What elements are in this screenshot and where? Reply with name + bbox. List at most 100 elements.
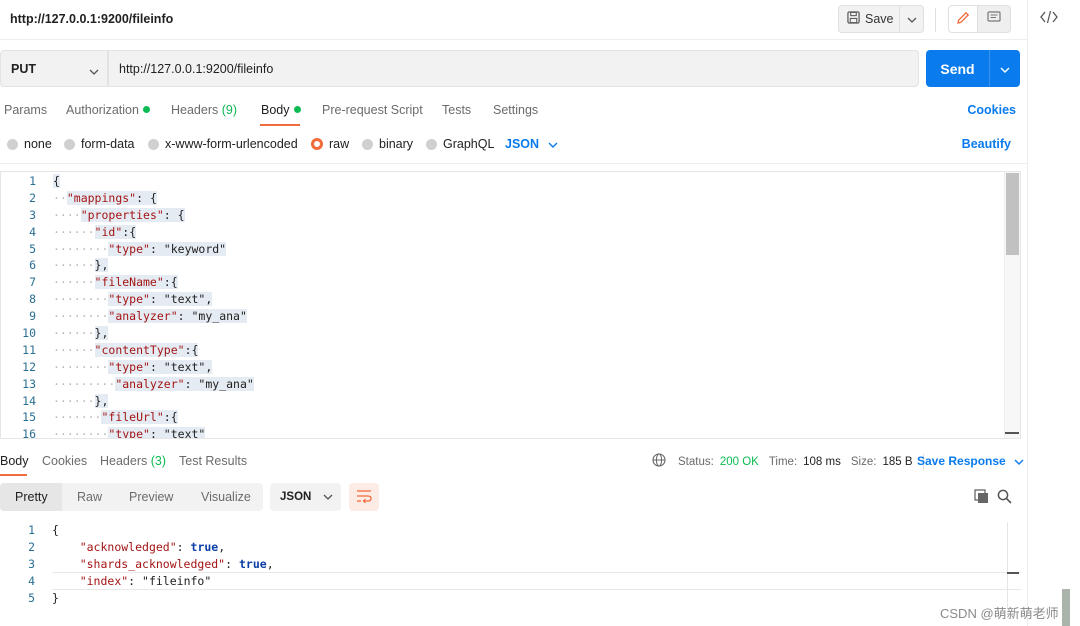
- request-code-line[interactable]: ····"properties": {: [53, 207, 1002, 224]
- request-code-line[interactable]: ······},: [53, 325, 1002, 342]
- status-dot: [293, 106, 301, 113]
- request-code-line[interactable]: ········"type": "text",: [53, 291, 1002, 308]
- scrollbar-thumb[interactable]: [1006, 173, 1019, 255]
- request-code-line[interactable]: ········"analyzer": "my_ana": [53, 308, 1002, 325]
- request-code-line[interactable]: ········"type": "text": [53, 426, 1002, 438]
- request-body-editor[interactable]: 1 2 3 4 5 6 7 8 9 10 11 12 13 14 15 16 {··"mappings": {…: [0, 171, 1021, 439]
- response-scrollbar[interactable]: [1007, 522, 1021, 608]
- tab-authorization[interactable]: Authorization: [66, 103, 150, 117]
- radio-label: raw: [329, 137, 350, 151]
- request-code-line[interactable]: ········"type": "text",: [53, 359, 1002, 376]
- copy-icon[interactable]: [974, 489, 989, 507]
- view-preview[interactable]: Preview: [129, 490, 173, 504]
- radio-circle: [426, 138, 437, 150]
- request-line-number: 1: [29, 174, 36, 188]
- beautify-button[interactable]: Beautify: [962, 137, 1011, 151]
- request-code-line[interactable]: ······},: [53, 393, 1002, 410]
- code-area[interactable]: {··"mappings": {····"properties": {·····…: [53, 172, 1002, 438]
- response-code-line[interactable]: "acknowledged": true,: [52, 539, 1003, 556]
- postman-app: http://127.0.0.1:9200/fileinfo Save PUT …: [0, 0, 1080, 626]
- response-code-line[interactable]: "index": "fileinfo": [52, 573, 1003, 590]
- request-code-line[interactable]: ······"fileName":{: [53, 274, 1002, 291]
- radio-binary[interactable]: binary: [362, 137, 413, 151]
- url-input[interactable]: http://127.0.0.1:9200/fileinfo: [108, 50, 919, 87]
- response-resize-handle[interactable]: [1007, 572, 1019, 574]
- response-tab-test-results[interactable]: Test Results: [179, 454, 247, 468]
- time-label: Time:: [768, 455, 798, 468]
- radio-raw[interactable]: raw: [311, 137, 349, 151]
- body-type-selector: none form-data x-www-form-urlencoded raw…: [0, 132, 1027, 156]
- view-visualize[interactable]: Visualize: [201, 490, 251, 504]
- tab-settings[interactable]: Settings: [493, 103, 538, 117]
- active-tab-indicator: [0, 474, 27, 476]
- wrap-lines-button[interactable]: [349, 483, 379, 511]
- response-tab-headers[interactable]: Headers (3): [100, 454, 166, 468]
- editor-resize-handle[interactable]: [1005, 432, 1019, 434]
- body-format-value: JSON: [505, 137, 540, 151]
- response-headers-count: (3): [150, 454, 167, 468]
- request-line-number: 2: [29, 190, 36, 205]
- radio-graphql[interactable]: GraphQL: [426, 137, 494, 151]
- cookies-link[interactable]: Cookies: [967, 103, 1016, 117]
- method-select[interactable]: PUT: [0, 50, 108, 87]
- radio-urlencoded[interactable]: x-www-form-urlencoded: [148, 137, 298, 151]
- headers-count: (9): [221, 103, 238, 117]
- save-response-button[interactable]: Save Response: [917, 454, 1024, 468]
- response-tab-cookies[interactable]: Cookies: [42, 454, 87, 468]
- request-code-line[interactable]: {: [53, 173, 1002, 190]
- body-format-select[interactable]: JSON: [505, 137, 558, 151]
- request-line-number: 9: [29, 309, 36, 324]
- edit-button[interactable]: [948, 5, 978, 33]
- request-code-line[interactable]: ·········"analyzer": "my_ana": [53, 376, 1002, 393]
- radio-form-data[interactable]: form-data: [64, 137, 135, 151]
- request-code-line[interactable]: ········"type": "keyword": [53, 241, 1002, 258]
- save-dropdown-button[interactable]: [900, 5, 924, 33]
- tab-headers[interactable]: Headers (9): [171, 103, 237, 117]
- tab-authorization-label: Authorization: [66, 103, 139, 117]
- save-label: Save: [865, 12, 894, 26]
- request-line-number: 8: [29, 292, 36, 307]
- tab-params[interactable]: Params: [4, 103, 47, 117]
- radio-label: none: [24, 137, 52, 151]
- watermark: CSDN @萌新萌老师: [940, 606, 1059, 621]
- tab-tests[interactable]: Tests: [442, 103, 471, 117]
- tab-headers-label: Headers: [171, 103, 219, 117]
- response-body-viewer[interactable]: 1 2 3 4 5 { "acknowledged": true, "shards_ac…: [0, 520, 1021, 610]
- radio-label: x-www-form-urlencoded: [165, 137, 298, 151]
- request-line-number: 16: [22, 427, 36, 439]
- response-format-select[interactable]: JSON: [270, 483, 341, 511]
- save-button[interactable]: Save: [838, 5, 900, 33]
- comment-icon: [987, 11, 1001, 27]
- request-code-line[interactable]: ·······"fileUrl":{: [53, 409, 1002, 426]
- tab-body[interactable]: Body: [261, 103, 301, 117]
- response-line-number: 3: [28, 556, 35, 571]
- request-header: http://127.0.0.1:9200/fileinfo Save: [0, 0, 1027, 40]
- search-icon[interactable]: [997, 489, 1012, 507]
- view-pretty[interactable]: Pretty: [15, 490, 48, 504]
- response-code-line[interactable]: {: [52, 522, 1003, 539]
- response-code-area[interactable]: { "acknowledged": true, "shards_acknowle…: [52, 520, 1003, 610]
- view-raw[interactable]: Raw: [77, 490, 102, 504]
- request-code-line[interactable]: ······"id":{: [53, 224, 1002, 241]
- right-sidebar: [1027, 0, 1080, 626]
- tab-prerequest-script[interactable]: Pre-request Script: [322, 103, 423, 117]
- window-scrollbar[interactable]: [1062, 589, 1070, 626]
- request-code-line[interactable]: ······"contentType":{: [53, 342, 1002, 359]
- radio-label: binary: [379, 137, 414, 151]
- send-dropdown-button[interactable]: [989, 50, 1020, 87]
- editor-scrollbar[interactable]: [1004, 172, 1020, 438]
- request-line-number: 5: [29, 241, 36, 256]
- radio-none[interactable]: none: [7, 137, 52, 151]
- comments-button[interactable]: [978, 5, 1011, 33]
- radio-label: form-data: [81, 137, 135, 151]
- response-tab-body[interactable]: Body: [0, 454, 29, 468]
- send-button[interactable]: Send: [926, 50, 989, 87]
- response-code-line[interactable]: "shards_acknowledged": true,: [52, 556, 1003, 573]
- code-icon[interactable]: [1040, 10, 1058, 27]
- response-code-line[interactable]: }: [52, 590, 1003, 607]
- request-title[interactable]: http://127.0.0.1:9200/fileinfo: [10, 12, 173, 26]
- globe-icon[interactable]: [652, 453, 666, 470]
- request-code-line[interactable]: ······},: [53, 257, 1002, 274]
- request-line-number: 15: [22, 410, 36, 425]
- request-code-line[interactable]: ··"mappings": {: [53, 190, 1002, 207]
